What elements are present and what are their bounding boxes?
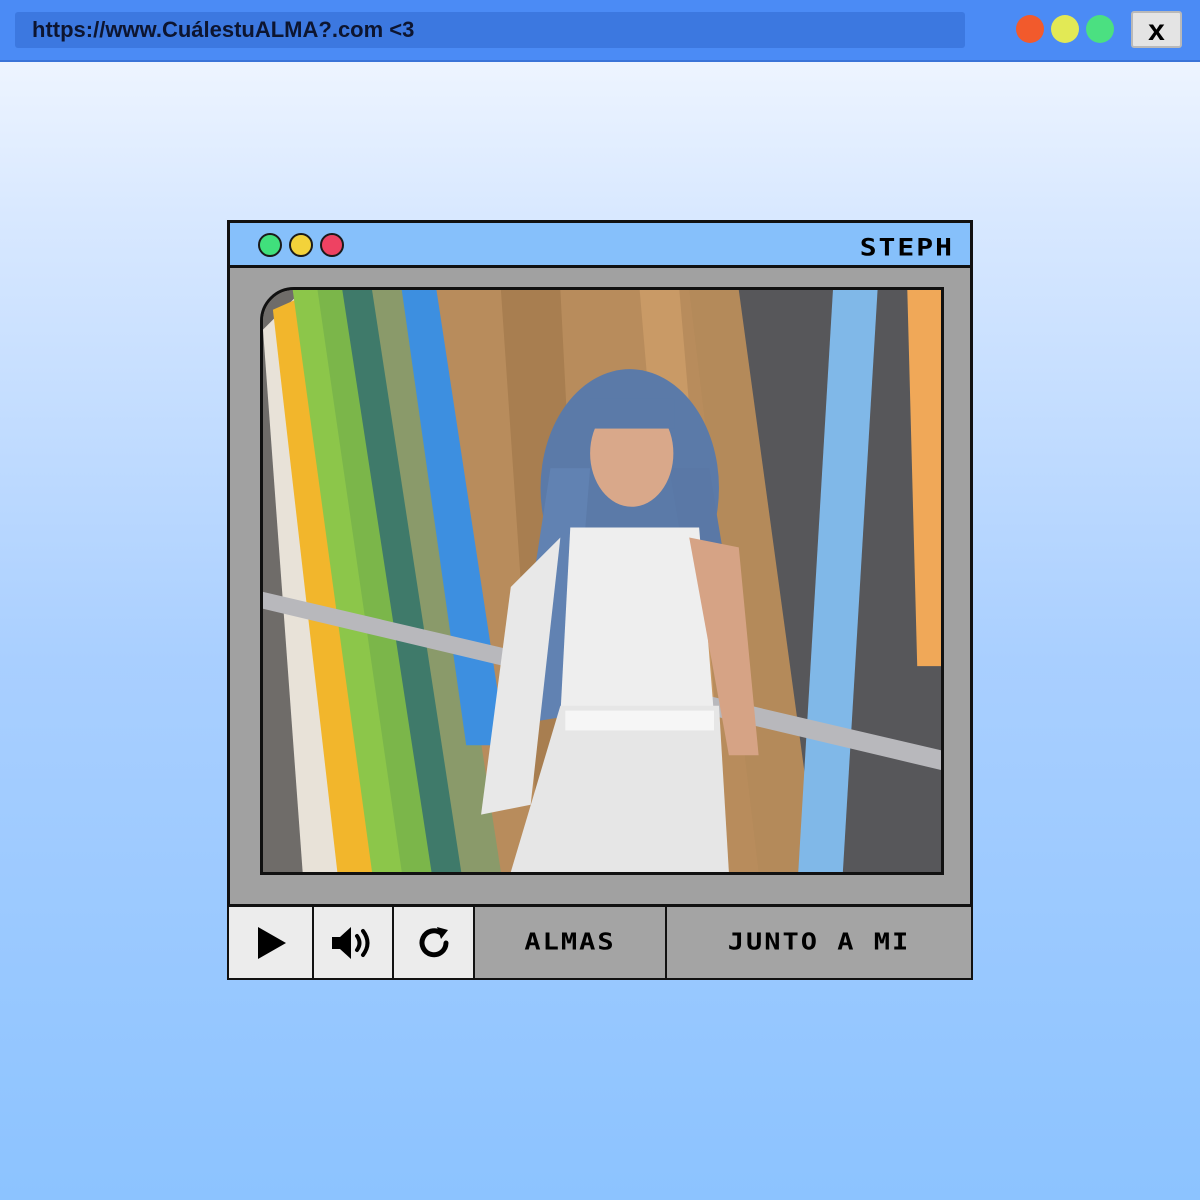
album-label: ALMAS bbox=[524, 929, 616, 956]
player-titlebar: STEPH bbox=[227, 220, 973, 268]
window-minimize-dot[interactable] bbox=[289, 233, 313, 257]
screen-frame bbox=[227, 265, 973, 907]
browser-bar: https://www.CuálestuALMA?.com <3 x bbox=[0, 0, 1200, 62]
track-button[interactable]: JUNTO A MI bbox=[667, 907, 971, 978]
window-maximize-dot[interactable] bbox=[258, 233, 282, 257]
album-button[interactable]: ALMAS bbox=[475, 907, 667, 978]
volume-button[interactable] bbox=[314, 907, 394, 978]
browser-maximize-dot[interactable] bbox=[1086, 15, 1114, 43]
window-close-dot[interactable] bbox=[320, 233, 344, 257]
close-button[interactable]: x bbox=[1131, 11, 1182, 48]
play-icon bbox=[257, 926, 286, 959]
reload-icon bbox=[419, 926, 448, 957]
browser-minimize-dot[interactable] bbox=[1051, 15, 1079, 43]
artist-photo bbox=[260, 287, 944, 875]
url-bar[interactable]: https://www.CuálestuALMA?.com <3 bbox=[15, 12, 965, 48]
photo-illustration bbox=[263, 290, 941, 872]
reload-button[interactable] bbox=[394, 907, 475, 978]
play-button[interactable] bbox=[229, 907, 314, 978]
player-window: STEPH ALMAS JUNTO A MI bbox=[227, 220, 973, 980]
volume-icon bbox=[332, 926, 370, 959]
browser-close-dot[interactable] bbox=[1016, 15, 1044, 43]
track-label: JUNTO A MI bbox=[727, 929, 911, 956]
player-title: STEPH bbox=[859, 233, 954, 262]
control-bar: ALMAS JUNTO A MI bbox=[227, 905, 973, 980]
